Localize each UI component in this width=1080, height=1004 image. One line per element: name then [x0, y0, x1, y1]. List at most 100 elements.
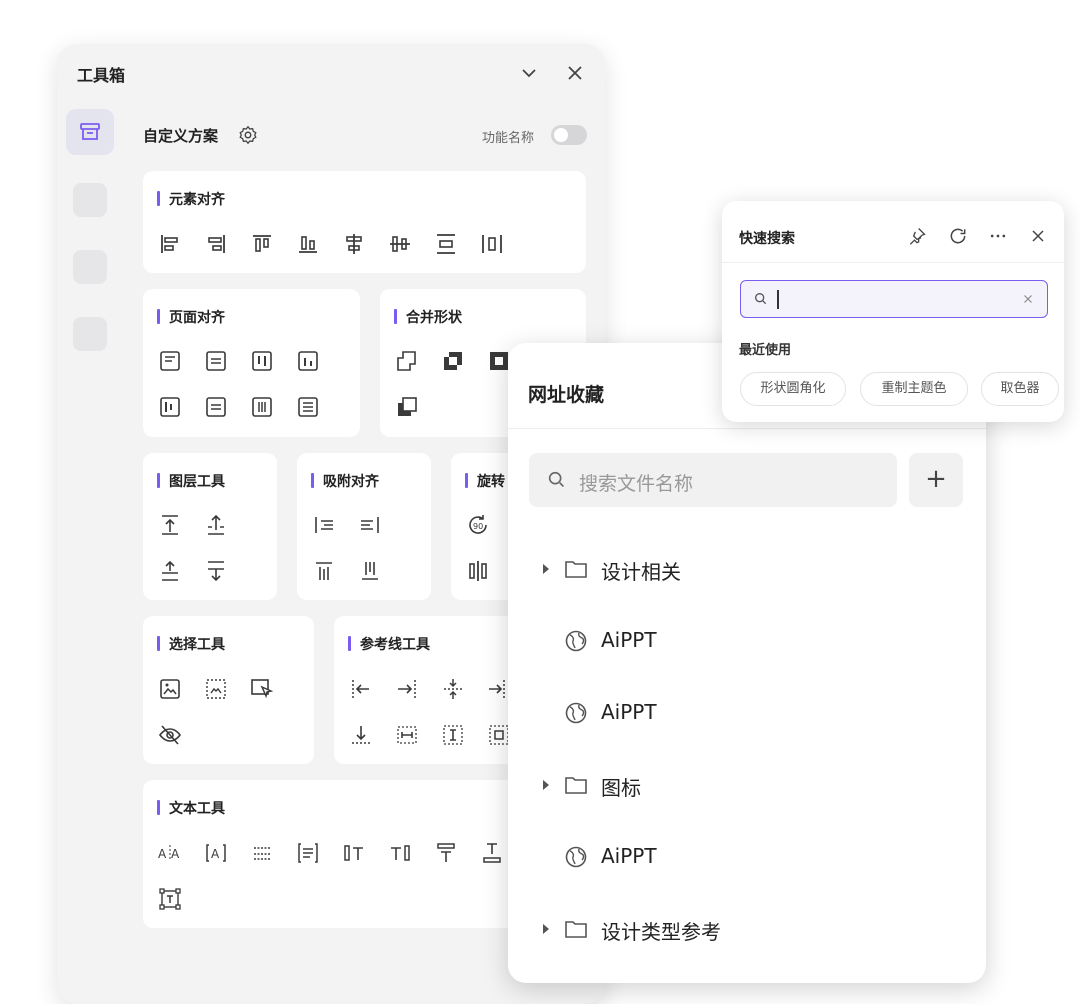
page-align-center-icon[interactable] [203, 348, 229, 374]
page-align-columns-icon[interactable] [249, 348, 275, 374]
text-align-bottom-icon[interactable] [479, 840, 505, 866]
page-align-middle-icon[interactable] [203, 394, 229, 420]
section-title: 吸附对齐 [311, 471, 379, 491]
distribute-vertical-icon[interactable] [433, 231, 459, 257]
section-title: 文本工具 [157, 798, 225, 818]
align-center-horizontal-icon[interactable] [341, 231, 367, 257]
page-align-rows-icon[interactable] [295, 394, 321, 420]
folder-label: 图标 [601, 776, 641, 800]
folder-icon [565, 777, 587, 794]
folder-row[interactable]: 图标 [508, 760, 986, 810]
caret-right-icon[interactable] [540, 923, 552, 935]
shape-combine-icon[interactable] [440, 348, 466, 374]
guide-left-icon[interactable] [348, 676, 374, 702]
send-to-back-icon[interactable] [203, 558, 229, 584]
svg-text:A: A [211, 847, 220, 861]
send-backward-icon[interactable] [157, 558, 183, 584]
flip-horizontal-icon[interactable] [465, 558, 491, 584]
recent-chip[interactable]: 形状圆角化 [740, 372, 846, 406]
select-same-type-icon[interactable] [203, 676, 229, 702]
text-indent-left-icon[interactable] [341, 840, 367, 866]
function-name-toggle[interactable] [551, 125, 587, 145]
clear-icon[interactable] [1021, 292, 1035, 306]
sidebar-item-toolbox[interactable] [66, 109, 114, 155]
bookmark-search-input[interactable]: 搜索文件名称 [529, 453, 897, 507]
globe-icon [565, 702, 587, 724]
text-indent-right-icon[interactable] [387, 840, 413, 866]
sidebar-item-placeholder-2[interactable] [73, 250, 107, 284]
recent-chip[interactable]: 取色器 [981, 372, 1059, 406]
rotate-90-icon[interactable]: 90 [465, 512, 491, 538]
caret-right-icon[interactable] [540, 563, 552, 575]
section-title: 图层工具 [157, 471, 225, 491]
bring-to-front-icon[interactable] [157, 512, 183, 538]
snap-bottom-icon[interactable] [357, 558, 383, 584]
divider [508, 428, 986, 429]
guide-bottom-icon[interactable] [348, 722, 374, 748]
refresh-icon[interactable] [948, 226, 968, 246]
recent-label: 最近使用 [739, 343, 792, 358]
scheme-title: 自定义方案 [143, 127, 219, 145]
link-row[interactable]: AiPPT [508, 616, 986, 666]
card-layer-tools: 图层工具 [143, 453, 277, 600]
align-right-icon[interactable] [203, 231, 229, 257]
folder-row[interactable]: 设计相关 [508, 544, 986, 594]
distribute-horizontal-icon[interactable] [479, 231, 505, 257]
toolbox-title: 工具箱 [77, 66, 126, 85]
text-frame-icon[interactable] [157, 886, 183, 912]
shape-subtract-icon[interactable] [394, 394, 420, 420]
page-align-top-left-icon[interactable] [157, 348, 183, 374]
card-element-align: 元素对齐 [143, 171, 586, 273]
quick-search-popup: 快速搜索 最近使用 形状圆角化 重制主题色 取色器 [722, 201, 1064, 422]
folder-label: 设计相关 [601, 560, 681, 584]
link-row[interactable]: AiPPT [508, 832, 986, 882]
page-align-left-icon[interactable] [157, 394, 183, 420]
divider [722, 262, 1064, 263]
align-bottom-icon[interactable] [295, 231, 321, 257]
caret-right-icon[interactable] [540, 779, 552, 791]
text-align-top-icon[interactable] [433, 840, 459, 866]
align-center-vertical-icon[interactable] [387, 231, 413, 257]
card-select-tools: 选择工具 [143, 616, 314, 764]
section-title: 元素对齐 [157, 189, 225, 209]
snap-top-icon[interactable] [311, 558, 337, 584]
svg-text:90: 90 [473, 522, 483, 531]
text-spacing-icon[interactable]: AA [157, 840, 183, 866]
text-caret [777, 290, 779, 309]
bring-forward-icon[interactable] [203, 512, 229, 538]
page-align-distribute-icon[interactable] [249, 394, 275, 420]
align-left-icon[interactable] [157, 231, 183, 257]
bookmarks-panel: 网址收藏 搜索文件名称 + 设计相关 AiPPT AiPPT 图标 AiPPT … [508, 343, 986, 983]
quick-search-input[interactable] [740, 280, 1048, 318]
guide-height-icon[interactable] [440, 722, 466, 748]
link-row[interactable]: AiPPT [508, 688, 986, 738]
align-top-icon[interactable] [249, 231, 275, 257]
guide-center-icon[interactable] [440, 676, 466, 702]
pin-icon[interactable] [907, 226, 927, 246]
select-image-icon[interactable] [157, 676, 183, 702]
snap-right-icon[interactable] [357, 512, 383, 538]
sidebar-item-placeholder-3[interactable] [73, 317, 107, 351]
recent-chip[interactable]: 重制主题色 [860, 372, 968, 406]
close-icon[interactable] [1028, 226, 1048, 246]
gear-icon[interactable] [237, 124, 259, 146]
function-name-label: 功能名称 [482, 131, 535, 146]
page-align-bottom-icon[interactable] [295, 348, 321, 374]
chevron-down-icon[interactable] [517, 61, 541, 85]
guide-width-icon[interactable] [394, 722, 420, 748]
close-icon[interactable] [563, 61, 587, 85]
section-title: 合并形状 [394, 307, 462, 327]
text-box-icon[interactable]: A [203, 840, 229, 866]
text-line-spacing-icon[interactable] [249, 840, 275, 866]
eye-off-icon[interactable] [157, 722, 183, 748]
folder-row[interactable]: 设计类型参考 [508, 904, 986, 954]
select-area-icon[interactable] [249, 676, 275, 702]
text-paragraph-icon[interactable] [295, 840, 321, 866]
sidebar-item-placeholder-1[interactable] [73, 183, 107, 217]
link-label: AiPPT [601, 844, 657, 868]
guide-right-icon[interactable] [394, 676, 420, 702]
shape-union-icon[interactable] [394, 348, 420, 374]
more-icon[interactable] [988, 226, 1008, 246]
add-bookmark-button[interactable]: + [909, 453, 963, 507]
snap-left-icon[interactable] [311, 512, 337, 538]
